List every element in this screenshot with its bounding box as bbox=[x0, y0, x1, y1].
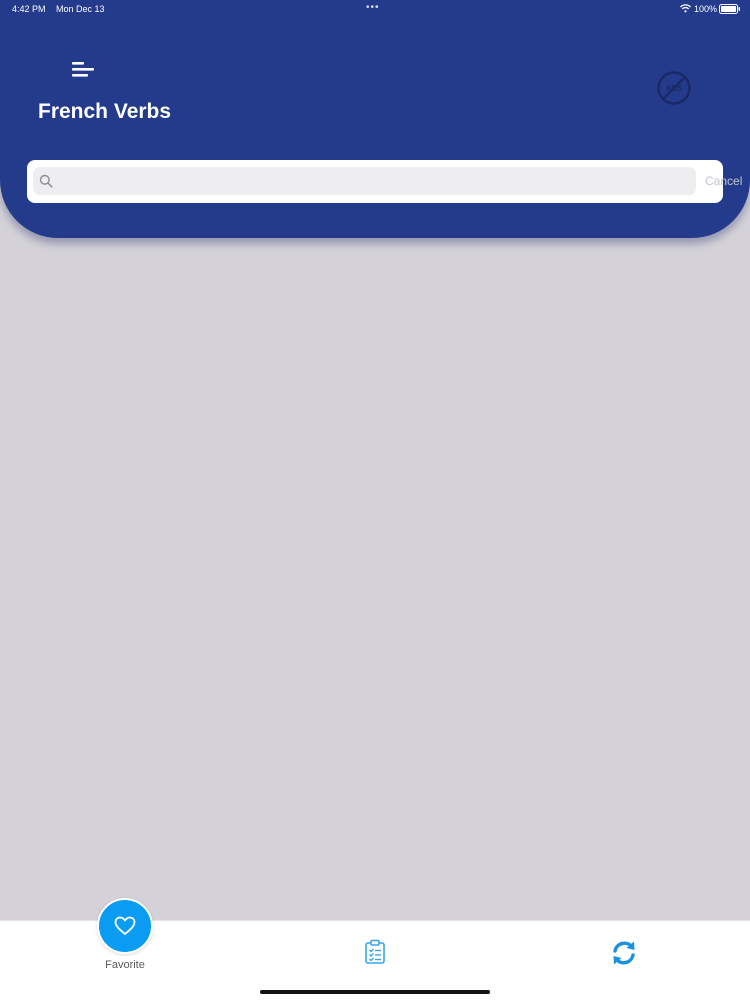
home-indicator[interactable] bbox=[260, 990, 490, 994]
search-field[interactable] bbox=[33, 167, 696, 195]
clipboard-checklist-icon[interactable] bbox=[362, 939, 388, 965]
refresh-icon[interactable] bbox=[610, 939, 638, 967]
page-title: French Verbs bbox=[38, 100, 172, 123]
menu-icon[interactable] bbox=[70, 60, 96, 80]
heart-icon bbox=[114, 916, 136, 935]
cancel-button[interactable]: Cancel bbox=[705, 174, 742, 188]
search-bar: Cancel bbox=[27, 160, 742, 203]
header-banner: 4:42 PM Mon Dec 13 ••• 100% French Verbs… bbox=[0, 0, 750, 238]
no-ads-icon[interactable]: ADS bbox=[656, 70, 692, 106]
favorite-tab-label: Favorite bbox=[105, 959, 145, 971]
battery-icon bbox=[719, 4, 740, 14]
search-icon bbox=[39, 174, 53, 188]
multitasking-dots[interactable]: ••• bbox=[366, 2, 380, 13]
favorite-tab-button[interactable] bbox=[97, 898, 153, 954]
status-date: Mon Dec 13 bbox=[56, 4, 105, 14]
battery-percentage: 100% bbox=[694, 4, 718, 14]
status-bar: 4:42 PM Mon Dec 13 ••• 100% bbox=[0, 0, 750, 18]
status-time: 4:42 PM bbox=[12, 4, 46, 14]
wifi-icon bbox=[680, 4, 691, 13]
search-input[interactable] bbox=[59, 167, 689, 195]
